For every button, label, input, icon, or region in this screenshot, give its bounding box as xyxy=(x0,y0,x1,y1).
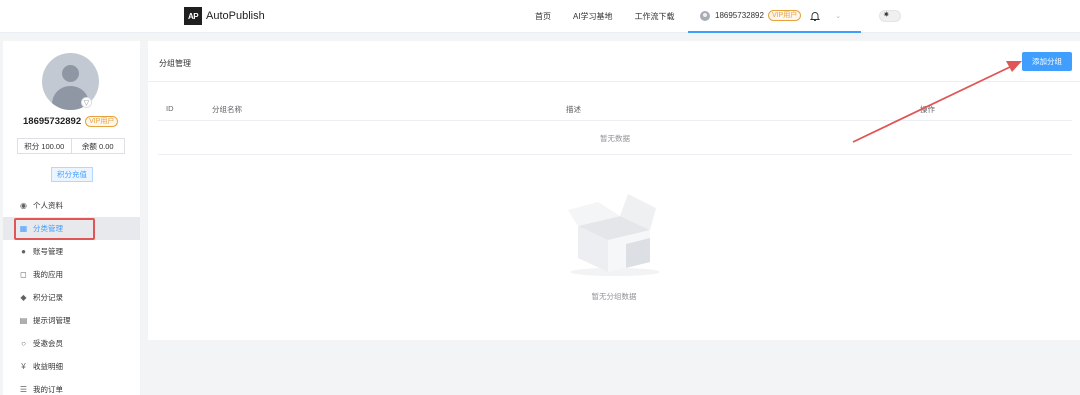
bell-icon[interactable] xyxy=(809,10,821,22)
sidebar-item-points[interactable]: ◆ 积分记录 xyxy=(3,286,140,309)
user-circle-icon: ◉ xyxy=(20,201,27,210)
recharge-button[interactable]: 积分充值 xyxy=(51,167,93,182)
sidebar-menu: ◉ 个人资料 ▦ 分类管理 ● 账号管理 ◻ 我的应用 ◆ 积分记录 ▤ 提示词… xyxy=(3,194,140,395)
column-actions: 操作 xyxy=(920,105,935,114)
person-icon: ● xyxy=(21,247,26,256)
avatar xyxy=(700,10,710,21)
yen-icon: ¥ xyxy=(21,362,26,371)
main-nav: 首页 AI学习基地 工作流下载 xyxy=(535,0,697,33)
column-name: 分组名称 xyxy=(212,105,242,114)
sidebar-item-label: 收益明细 xyxy=(33,362,63,371)
sidebar-item-category[interactable]: ▦ 分类管理 xyxy=(3,217,140,240)
nav-workflow-download[interactable]: 工作流下载 xyxy=(635,11,675,22)
chevron-down-icon[interactable]: ⌄ xyxy=(835,12,841,20)
table-header: ID 分组名称 描述 操作 xyxy=(158,99,1072,121)
member-icon: ○ xyxy=(21,339,26,348)
order-icon: ☰ xyxy=(19,385,28,394)
sidebar-item-label: 积分记录 xyxy=(33,293,63,302)
points-value: 积分 100.00 xyxy=(18,139,72,153)
points-balance: 积分 100.00 余额 0.00 xyxy=(17,138,125,154)
profile-phone: 18695732892 VIP用户 xyxy=(23,116,119,127)
document-icon: ▤ xyxy=(19,316,28,325)
vip-badge: VIP用户 xyxy=(767,10,802,21)
profile-phone-text: 18695732892 xyxy=(23,116,82,127)
user-menu[interactable]: 18695732892 VIP用户 ⌄ xyxy=(688,0,861,33)
sidebar-item-prompts[interactable]: ▤ 提示词管理 xyxy=(3,309,140,332)
logo[interactable]: AP AutoPublish xyxy=(184,7,265,25)
group-management-panel: 分组管理 添加分组 ID 分组名称 描述 操作 暂无数据 暂无分组数据 xyxy=(148,41,1080,340)
sidebar-item-label: 我的订单 xyxy=(33,385,63,394)
sidebar: ▽ 18695732892 VIP用户 积分 100.00 余额 0.00 积分… xyxy=(3,41,140,395)
balance-value: 余额 0.00 xyxy=(81,141,114,151)
sidebar-item-label: 提示词管理 xyxy=(33,316,71,325)
sidebar-item-label: 受邀会员 xyxy=(33,339,63,348)
brand-name: AutoPublish xyxy=(206,10,265,22)
shield-icon: ▽ xyxy=(81,97,92,108)
profile-vip-badge: VIP用户 xyxy=(85,116,119,127)
sidebar-item-label: 账号管理 xyxy=(33,247,63,256)
sidebar-item-orders[interactable]: ☰ 我的订单 xyxy=(3,378,140,395)
column-id: ID xyxy=(166,104,174,113)
theme-toggle[interactable] xyxy=(879,10,901,22)
add-group-button[interactable]: 添加分组 xyxy=(1022,52,1072,71)
nav-ai-learning[interactable]: AI学习基地 xyxy=(573,11,613,22)
bag-icon: ◻ xyxy=(20,270,27,279)
sidebar-item-earnings[interactable]: ¥ 收益明细 xyxy=(3,355,140,378)
highlight-box xyxy=(14,218,95,240)
sidebar-item-accounts[interactable]: ● 账号管理 xyxy=(3,240,140,263)
empty-box-icon xyxy=(568,194,660,276)
header-user-phone: 18695732892 xyxy=(715,11,764,20)
sidebar-item-invited[interactable]: ○ 受邀会员 xyxy=(3,332,140,355)
logo-mark: AP xyxy=(184,7,202,25)
empty-state-text: 暂无分组数据 xyxy=(591,292,637,301)
table-empty-row: 暂无数据 xyxy=(158,122,1072,155)
tag-icon: ◆ xyxy=(20,293,27,302)
page-title: 分组管理 xyxy=(159,59,191,68)
sidebar-item-profile[interactable]: ◉ 个人资料 xyxy=(3,194,140,217)
nav-home[interactable]: 首页 xyxy=(535,11,551,22)
sidebar-item-label: 个人资料 xyxy=(33,201,63,210)
sidebar-item-apps[interactable]: ◻ 我的应用 xyxy=(3,263,140,286)
divider xyxy=(148,81,1080,82)
sidebar-item-label: 我的应用 xyxy=(33,270,63,279)
top-header: AP AutoPublish 首页 AI学习基地 工作流下载 186957328… xyxy=(0,0,1080,33)
column-description: 描述 xyxy=(566,105,581,114)
